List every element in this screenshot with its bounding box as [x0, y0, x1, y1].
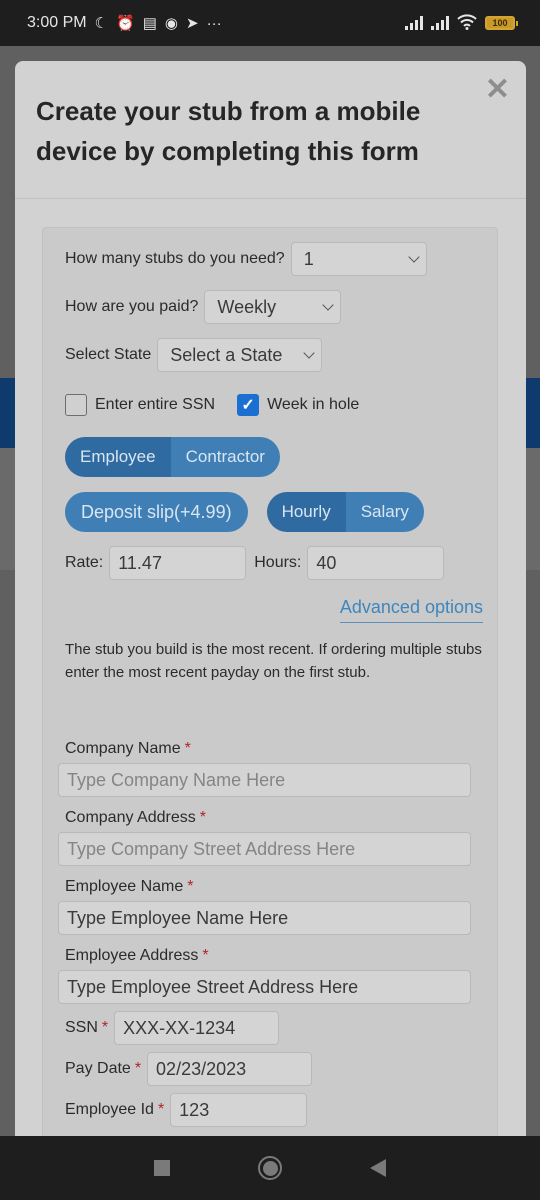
chevron-down-icon: [322, 299, 335, 311]
contractor-toggle-button[interactable]: Contractor: [170, 437, 280, 477]
stub-form: How many stubs do you need? 1 How are yo…: [42, 227, 498, 1151]
salary-toggle-button[interactable]: Salary: [345, 492, 424, 532]
pay-type-toggle: Hourly Salary: [266, 492, 424, 532]
employee-address-label: Employee Address: [65, 947, 199, 964]
battery-icon: 100: [485, 16, 518, 30]
stubs-count-row: How many stubs do you need? 1: [65, 242, 427, 276]
employee-name-label: Employee Name: [65, 878, 184, 895]
employee-name-value: Type Employee Name Here: [67, 907, 289, 928]
company-address-input[interactable]: Type Company Street Address Here: [58, 832, 471, 866]
required-asterisk: *: [199, 809, 206, 826]
pay-frequency-select[interactable]: Weekly: [204, 290, 342, 324]
state-select[interactable]: Select a State: [157, 338, 323, 372]
ordering-note: The stub you build is the most recent. I…: [65, 641, 482, 681]
stubs-count-label: How many stubs do you need?: [65, 250, 285, 267]
pay-frequency-value: Weekly: [217, 296, 277, 317]
employee-id-label: Employee Id: [65, 1101, 154, 1118]
enter-entire-ssn-label: Enter entire SSN: [95, 396, 216, 413]
company-name-label: Company Name: [65, 740, 181, 757]
state-label: Select State: [65, 346, 152, 363]
pay-date-value: 02/23/2023: [156, 1058, 247, 1079]
employee-name-input[interactable]: Type Employee Name Here: [58, 901, 471, 935]
employee-id-input[interactable]: 123: [170, 1093, 308, 1127]
pay-date-label: Pay Date: [65, 1060, 131, 1077]
moon-icon: ☾: [94, 14, 109, 32]
company-name-label-row: Company Name *: [65, 740, 191, 758]
hourly-toggle-button[interactable]: Hourly: [266, 492, 346, 532]
deposit-slip-button[interactable]: Deposit slip(+4.99): [65, 492, 248, 532]
check-icon: ✓: [241, 397, 255, 414]
modal-title: Create your stub from a mobile device by…: [36, 96, 421, 166]
employee-toggle-button[interactable]: Employee: [65, 437, 171, 477]
pay-frequency-row: How are you paid? Weekly: [65, 290, 342, 324]
signal-icon-2: [431, 16, 449, 30]
signal-icon: [405, 16, 423, 30]
ssn-input[interactable]: XXX-XX-1234: [114, 1011, 280, 1045]
stubs-count-value: 1: [303, 248, 314, 269]
employee-id-value: 123: [179, 1099, 210, 1120]
home-icon[interactable]: [258, 1156, 282, 1180]
back-icon[interactable]: [370, 1159, 386, 1177]
week-in-hole-checkbox[interactable]: ✓: [237, 394, 260, 416]
status-time: 3:00 PM: [27, 14, 87, 31]
more-dots-icon: ···: [206, 14, 222, 32]
rate-input[interactable]: 11.47: [109, 546, 247, 580]
employee-address-label-row: Employee Address *: [65, 947, 209, 965]
ssn-row: SSN * XXX-XX-1234: [65, 1011, 280, 1045]
employee-id-row: Employee Id * 123: [65, 1093, 308, 1127]
employee-address-value: Type Employee Street Address Here: [67, 976, 359, 997]
company-address-label: Company Address: [65, 809, 196, 826]
messenger-icon: ◉: [164, 14, 179, 32]
worker-type-row: Employee Contractor: [65, 437, 280, 477]
arrow-app-icon: ➤: [186, 14, 199, 32]
ssn-value: XXX-XX-1234: [123, 1017, 236, 1038]
close-icon[interactable]: ✕: [485, 75, 510, 105]
pay-date-input[interactable]: 02/23/2023: [147, 1052, 313, 1086]
modal-header: Create your stub from a mobile device by…: [15, 61, 526, 199]
stubs-count-select[interactable]: 1: [290, 242, 427, 276]
rate-value: 11.47: [118, 552, 162, 573]
employee-address-input[interactable]: Type Employee Street Address Here: [58, 970, 471, 1004]
enter-entire-ssn-checkbox[interactable]: [65, 394, 87, 416]
company-address-label-row: Company Address *: [65, 809, 206, 827]
required-asterisk: *: [101, 1019, 109, 1036]
status-bar: 3:00 PM ☾ ⏰ ▤ ◉ ➤ ··· 100: [0, 0, 540, 46]
hours-value: 40: [316, 552, 337, 573]
worker-type-toggle: Employee Contractor: [65, 437, 280, 477]
company-name-input[interactable]: Type Company Name Here: [58, 763, 471, 797]
chevron-down-icon: [408, 251, 420, 263]
checkbox-row: Enter entire SSN ✓ Week in hole: [65, 394, 359, 416]
company-address-placeholder: Type Company Street Address Here: [67, 838, 356, 859]
system-nav-bar: [0, 1136, 540, 1200]
pay-date-row: Pay Date * 02/23/2023: [65, 1052, 313, 1086]
create-stub-modal: Create your stub from a mobile device by…: [15, 61, 526, 1151]
alarm-icon: ⏰: [116, 14, 135, 32]
required-asterisk: *: [184, 740, 191, 757]
state-row: Select State Select a State: [65, 338, 323, 372]
chevron-down-icon: [303, 347, 315, 359]
notes-icon: ▤: [142, 14, 157, 32]
battery-level: 100: [485, 16, 515, 30]
required-asterisk: *: [134, 1060, 142, 1077]
wifi-icon: [457, 13, 477, 33]
week-in-hole-label: Week in hole: [267, 396, 360, 413]
required-asterisk: *: [202, 947, 209, 964]
rate-label: Rate:: [65, 554, 104, 571]
pay-frequency-label: How are you paid?: [65, 298, 199, 315]
hours-label: Hours:: [254, 554, 302, 571]
hours-input[interactable]: 40: [307, 546, 445, 580]
ssn-label: SSN: [65, 1019, 98, 1036]
recent-apps-icon[interactable]: [154, 1160, 170, 1176]
required-asterisk: *: [187, 878, 194, 895]
options-row: Deposit slip(+4.99) Hourly Salary: [65, 492, 424, 532]
company-name-placeholder: Type Company Name Here: [67, 769, 286, 790]
employee-name-label-row: Employee Name *: [65, 878, 194, 896]
state-value: Select a State: [170, 344, 283, 365]
required-asterisk: *: [157, 1101, 165, 1118]
advanced-options-link[interactable]: Advanced options: [339, 597, 483, 623]
rate-hours-row: Rate: 11.47 Hours: 40: [65, 546, 445, 580]
